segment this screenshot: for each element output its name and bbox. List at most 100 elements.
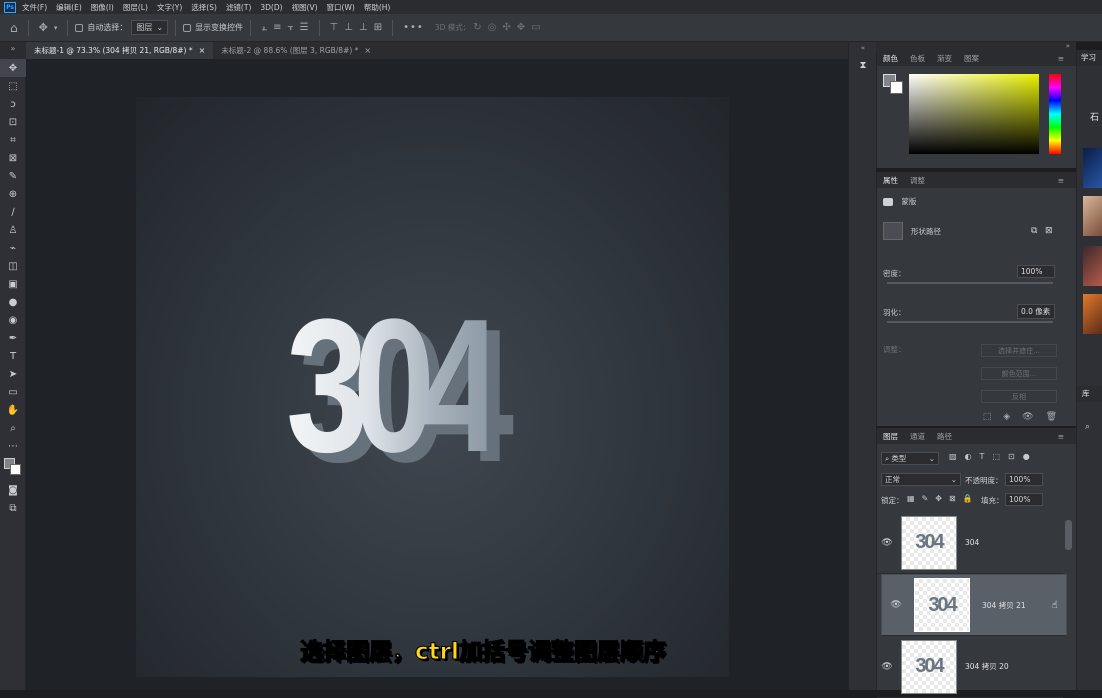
- layers-scrollbar[interactable]: [1065, 520, 1072, 550]
- clone-stamp-tool-icon[interactable]: ♙: [0, 221, 26, 239]
- blend-mode-dropdown[interactable]: 正常 ⌄: [881, 473, 961, 486]
- eye-icon[interactable]: 👁: [1022, 412, 1033, 422]
- align-vcenter-icon[interactable]: ≡: [273, 22, 281, 33]
- tutorial-thumbnail[interactable]: [1083, 246, 1102, 286]
- 3d-camera-icon[interactable]: ▭: [531, 22, 540, 33]
- hand-tool-icon[interactable]: ✋: [0, 401, 26, 419]
- gradient-tool-icon[interactable]: ▣: [0, 275, 26, 293]
- pixel-filter-icon[interactable]: ▨: [949, 452, 957, 461]
- lock-artboard-icon[interactable]: ⊠: [949, 494, 956, 503]
- align-left-icon[interactable]: ⊤: [330, 22, 339, 33]
- feather-input[interactable]: 0.0 像素: [1017, 304, 1055, 319]
- tab-paths[interactable]: 路径: [931, 431, 958, 442]
- tab-library[interactable]: 库: [1077, 386, 1102, 402]
- menu-image[interactable]: 图像(I): [91, 2, 114, 13]
- pen-tool-icon[interactable]: ✒: [0, 329, 26, 347]
- tab-gradients[interactable]: 渐变: [931, 53, 958, 64]
- quick-select-tool-icon[interactable]: ⊡: [0, 113, 26, 131]
- menu-help[interactable]: 帮助(H): [364, 2, 391, 13]
- menu-window[interactable]: 窗口(W): [327, 2, 355, 13]
- align-right-icon[interactable]: ⊥: [359, 22, 368, 33]
- vector-mask-thumbnail[interactable]: [883, 222, 903, 240]
- apply-icon[interactable]: ◈: [1003, 412, 1010, 422]
- move-tool-icon[interactable]: ✥: [39, 21, 48, 34]
- layer-thumbnail[interactable]: 304: [901, 515, 957, 570]
- color-swatches[interactable]: [883, 74, 903, 94]
- shape-filter-icon[interactable]: ⬚: [992, 452, 1000, 461]
- marquee-tool-icon[interactable]: ⬚: [0, 77, 26, 95]
- show-transform-checkbox[interactable]: [183, 23, 192, 32]
- rectangle-tool-icon[interactable]: ▭: [0, 383, 26, 401]
- trash-icon[interactable]: 🗑: [1046, 412, 1057, 422]
- healing-brush-tool-icon[interactable]: ⊕: [0, 185, 26, 203]
- layer-row[interactable]: 👁 304 304 拷贝 20: [877, 636, 1063, 698]
- adjustment-filter-icon[interactable]: ◐: [965, 452, 972, 461]
- smart-object-filter-icon[interactable]: ⊡: [1008, 452, 1015, 461]
- density-input[interactable]: 100%: [1017, 265, 1055, 278]
- eye-icon[interactable]: 👁: [886, 600, 906, 610]
- auto-select-checkbox[interactable]: [75, 23, 84, 32]
- layer-row[interactable]: 👁 304 304: [877, 512, 1063, 574]
- eye-icon[interactable]: 👁: [877, 662, 897, 672]
- show-transform-toggle[interactable]: 显示变换控件: [183, 22, 243, 33]
- history-brush-tool-icon[interactable]: ⌁: [0, 239, 26, 257]
- lock-transparency-icon[interactable]: ▦: [907, 494, 915, 503]
- distribute-h-icon[interactable]: ⊞: [374, 22, 382, 33]
- panel-menu-icon[interactable]: ≡: [1052, 432, 1070, 441]
- home-icon[interactable]: ⌂: [10, 21, 18, 35]
- tab-patterns[interactable]: 图案: [958, 53, 985, 64]
- menu-type[interactable]: 文字(Y): [157, 2, 182, 13]
- feather-slider[interactable]: [887, 321, 1053, 323]
- eye-icon[interactable]: 👁: [877, 538, 897, 548]
- tutorial-thumbnail[interactable]: [1083, 196, 1102, 236]
- align-hcenter-icon[interactable]: ⊥: [344, 22, 353, 33]
- 3d-pan-icon[interactable]: ✣: [502, 22, 510, 33]
- tab-color[interactable]: 颜色: [877, 53, 904, 64]
- color-range-button[interactable]: 颜色范围...: [981, 367, 1057, 380]
- eyedropper-tool-icon[interactable]: ✎: [0, 167, 26, 185]
- add-mask-icon[interactable]: ⧉: [1031, 226, 1037, 236]
- more-tools-icon[interactable]: ⋯: [0, 437, 26, 455]
- foreground-background-swatch[interactable]: [0, 455, 26, 481]
- chevron-down-icon[interactable]: ▾: [54, 24, 58, 32]
- type-filter-icon[interactable]: T: [980, 452, 985, 461]
- background-color-swatch[interactable]: [890, 81, 903, 94]
- menu-edit[interactable]: 编辑(E): [56, 2, 82, 13]
- menu-select[interactable]: 选择(S): [191, 2, 217, 13]
- color-field-picker[interactable]: [909, 74, 1039, 154]
- tutorial-thumbnail[interactable]: [1083, 148, 1102, 188]
- crop-tool-icon[interactable]: ⌗: [0, 131, 26, 149]
- artwork-3d-text[interactable]: 304 304: [286, 277, 606, 507]
- move-tool-icon[interactable]: ✥: [0, 59, 26, 77]
- 3d-orbit-icon[interactable]: ↻: [473, 22, 481, 33]
- lock-pixels-icon[interactable]: ✎: [922, 494, 929, 503]
- collapse-icon[interactable]: »: [876, 42, 1076, 50]
- history-panel-icon[interactable]: ⧗: [849, 54, 877, 76]
- filter-toggle-icon[interactable]: ●: [1023, 452, 1030, 461]
- align-bottom-icon[interactable]: ⫟: [288, 22, 294, 33]
- background-color-swatch[interactable]: [10, 464, 21, 475]
- select-and-mask-button[interactable]: 选择并遮住...: [981, 344, 1057, 357]
- layer-row-selected[interactable]: 👁 304 304 拷贝 21 ☝: [881, 574, 1067, 636]
- layer-filter-dropdown[interactable]: ⌕ 类型 ⌄: [881, 452, 939, 465]
- close-icon[interactable]: ×: [199, 46, 206, 55]
- close-icon[interactable]: ×: [364, 46, 371, 55]
- layer-thumbnail[interactable]: 304: [914, 578, 970, 632]
- panel-menu-icon[interactable]: ≡: [1052, 54, 1070, 63]
- layer-name[interactable]: 304 拷贝 21: [982, 600, 1026, 611]
- align-top-icon[interactable]: ⫠: [261, 22, 267, 33]
- menu-filter[interactable]: 滤镜(T): [226, 2, 251, 13]
- screen-mode-icon[interactable]: ⧉: [0, 499, 26, 517]
- brush-tool-icon[interactable]: ∕: [0, 203, 26, 221]
- lasso-tool-icon[interactable]: ↄ: [0, 95, 26, 113]
- density-slider[interactable]: [887, 282, 1053, 284]
- toolbar-collapse-icon[interactable]: »: [0, 42, 26, 59]
- layer-name[interactable]: 304: [965, 538, 979, 547]
- distribute-icon[interactable]: ☰: [300, 22, 309, 33]
- tutorial-thumbnail[interactable]: [1083, 294, 1102, 334]
- collapse-icon[interactable]: «: [849, 42, 877, 54]
- 3d-roll-icon[interactable]: ◎: [488, 22, 497, 33]
- tab-channels[interactable]: 通道: [904, 431, 931, 442]
- frame-tool-icon[interactable]: ⊠: [0, 149, 26, 167]
- tab-properties[interactable]: 属性: [877, 175, 904, 186]
